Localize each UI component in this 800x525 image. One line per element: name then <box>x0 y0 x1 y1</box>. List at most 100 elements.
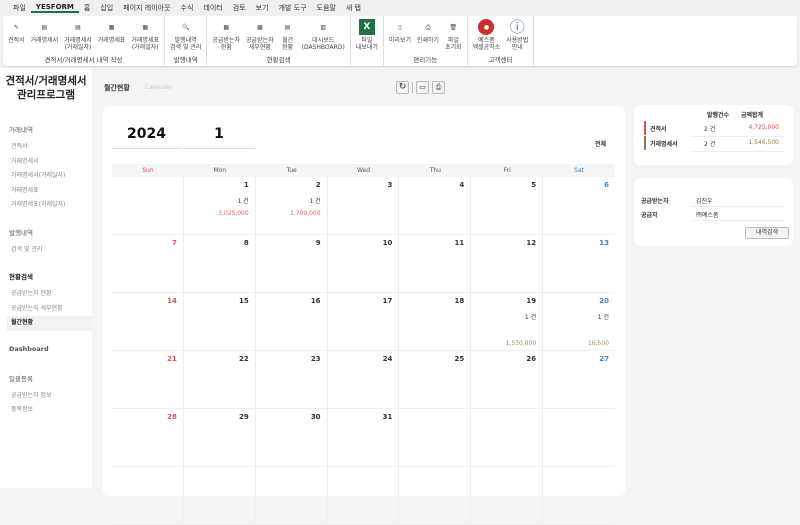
calendar-day-cell[interactable]: 11 <box>399 235 472 293</box>
ribbon-button[interactable]: ● 예스폼 엑셀공작소 <box>470 16 504 56</box>
menu-tab[interactable]: YESFORM <box>30 3 79 13</box>
calendar-day-cell[interactable]: 27 <box>543 351 615 409</box>
calendar-day-cell[interactable] <box>543 467 615 525</box>
calendar-day-cell[interactable]: 23 <box>255 351 328 409</box>
calendar-day-cell[interactable] <box>327 467 400 525</box>
calendar-day-cell[interactable]: 5 <box>471 177 544 235</box>
calendar-day-cell[interactable]: 26 <box>471 351 544 409</box>
menu-tab[interactable]: 페이지 레이아웃 <box>118 3 175 13</box>
calendar-day-cell[interactable]: 7 <box>112 235 184 293</box>
calendar-day-cell[interactable]: 17 <box>327 293 400 351</box>
calendar-day-cell[interactable]: 9 <box>255 235 328 293</box>
menu-tab[interactable]: 개발 도구 <box>274 3 312 13</box>
calendar-day-cell[interactable]: 12 <box>471 235 544 293</box>
calendar-day-cell[interactable]: 19 1 건 1,530,000 <box>471 293 544 351</box>
calendar-day-cell[interactable]: 6 <box>543 177 615 235</box>
sidebar-item[interactable]: 품목정보 <box>0 403 92 418</box>
legend-bar <box>644 121 646 135</box>
calendar-day-cell[interactable] <box>183 467 256 525</box>
year-select[interactable]: 2024 <box>112 126 181 142</box>
sidebar-item[interactable]: 검색 및 관리 <box>0 243 92 258</box>
calendar-day-cell[interactable]: 25 <box>399 351 472 409</box>
sidebar-item[interactable]: 월간현황 <box>7 316 92 331</box>
ribbon-group: X 파일 내보내기 <box>351 16 384 66</box>
sidebar-section[interactable]: 현황검색 <box>0 271 92 281</box>
calendar-day-cell[interactable]: 30 <box>255 409 328 467</box>
calendar-day-cell[interactable]: 31 <box>327 409 400 467</box>
ribbon-button[interactable]: ▯ 미리보기 <box>386 16 414 56</box>
calendar-day-cell[interactable]: 18 <box>399 293 472 351</box>
calendar-day-cell[interactable]: 28 <box>112 409 184 467</box>
sidebar-section[interactable]: Dashboard <box>0 345 92 353</box>
sidebar-item[interactable]: 공급받는자 세부현황 <box>0 302 92 317</box>
history-search-button[interactable]: 내역검색 <box>745 227 789 239</box>
calendar-day-cell[interactable]: 20 1 건 16,500 <box>543 293 615 351</box>
ribbon-button[interactable]: ▤ 거래명세서 <box>28 16 62 56</box>
menu-tab[interactable]: 새 탭 <box>341 3 366 13</box>
screen-button[interactable]: ▭ <box>416 81 429 94</box>
calendar-day-cell[interactable]: 24 <box>327 351 400 409</box>
ribbon-button[interactable]: ▦ 거래명세표 (거래일자) <box>128 16 162 56</box>
ribbon-button[interactable]: ▤ 거래명세서 (거래일자) <box>61 16 95 56</box>
ribbon-button[interactable]: ⎙ 인쇄하기 <box>414 16 442 56</box>
calendar-day-cell[interactable] <box>255 467 328 525</box>
sidebar-item[interactable]: 거래명세표(거래일자) <box>0 198 92 213</box>
menu-tab[interactable]: 검토 <box>228 3 251 13</box>
calendar-day-cell[interactable] <box>471 409 544 467</box>
menu-tab[interactable]: 파일 <box>8 3 31 13</box>
calendar-day-cell[interactable] <box>471 467 544 525</box>
calendar-day-cell[interactable]: 21 <box>112 351 184 409</box>
calendar-grid: 1 1 건 3,025,000 2 1 건 1,700,000 3 4 5 6 7 8 9 10 11 12 1… <box>112 177 615 525</box>
ribbon-button[interactable]: ▦ 공급받는자 현황 <box>209 16 243 56</box>
ribbon-button[interactable]: ▦ 공급받는자 세부현황 <box>243 16 277 56</box>
calendar-day-cell[interactable]: 16 <box>255 293 328 351</box>
sidebar-item[interactable]: 거래명세서 <box>0 155 92 170</box>
calendar-day-cell[interactable]: 4 <box>399 177 472 235</box>
sidebar-item[interactable]: 공급받는자 정보 <box>0 389 92 404</box>
calendar-day-cell[interactable]: 29 <box>183 409 256 467</box>
calendar-day-cell[interactable]: 15 <box>183 293 256 351</box>
ribbon-group-label: 편리기능 <box>413 56 438 64</box>
ribbon-button[interactable]: ▥ 대시보드 (DASHBOARD) <box>299 16 348 56</box>
ribbon-button[interactable]: 🗑 파일 초기화 <box>442 16 465 56</box>
refresh-button[interactable]: ↻ <box>396 81 409 94</box>
calendar-day-cell[interactable] <box>543 409 615 467</box>
calendar-day-cell[interactable]: 22 <box>183 351 256 409</box>
sidebar-item[interactable]: 견적서 <box>0 140 92 155</box>
sidebar-item[interactable]: 거래명세서(거래일자) <box>0 169 92 184</box>
ribbon-button[interactable]: ▤ 월간 현황 <box>277 16 299 56</box>
calendar-day-cell[interactable]: 3 <box>327 177 400 235</box>
calendar-day-cell[interactable]: 14 <box>112 293 184 351</box>
calendar-day-cell[interactable] <box>399 467 472 525</box>
month-select[interactable]: 1 <box>183 126 255 142</box>
ribbon-button[interactable]: X 파일 내보내기 <box>353 16 381 66</box>
ribbon-button[interactable]: ✎ 견적서 <box>5 16 28 56</box>
ribbon-button[interactable]: ▦ 거래명세표 <box>95 16 129 56</box>
menu-tab[interactable]: 수식 <box>176 3 199 13</box>
calendar-day-cell[interactable]: 2 1 건 1,700,000 <box>255 177 328 235</box>
filter-all[interactable]: 전체 <box>595 139 606 148</box>
menu-tab[interactable]: 보기 <box>251 3 274 13</box>
calendar-day-cell[interactable] <box>399 409 472 467</box>
sidebar-item[interactable]: 공급받는자 현황 <box>0 287 92 302</box>
menu-tab[interactable]: 도움말 <box>312 3 341 13</box>
calendar-day-cell[interactable] <box>112 467 184 525</box>
calendar-day-cell[interactable]: 1 1 건 3,025,000 <box>183 177 256 235</box>
menu-tab[interactable]: 홈 <box>79 3 95 13</box>
calendar-day-cell[interactable]: 8 <box>183 235 256 293</box>
print-button[interactable]: ⎙ <box>432 81 445 94</box>
calendar-day-cell[interactable]: 13 <box>543 235 615 293</box>
menu-tab[interactable]: 데이터 <box>198 3 227 13</box>
menu-tab[interactable]: 삽입 <box>95 3 118 13</box>
ribbon-button[interactable]: 🔍 발행내역 검색 및 관리 <box>167 16 204 56</box>
sidebar-section[interactable]: 발행내역 <box>0 227 92 237</box>
sidebar-item[interactable]: 거래명세표 <box>0 184 92 199</box>
day-count: 1 건 <box>309 198 321 205</box>
ribbon-icon: ▯ <box>398 23 402 31</box>
ribbon-button[interactable]: ⓘ 사용방법 안내 <box>503 16 531 56</box>
calendar-day-cell[interactable]: 10 <box>327 235 400 293</box>
sidebar-section[interactable]: 거래내역 <box>0 124 92 134</box>
calendar-day-cell[interactable] <box>112 177 184 235</box>
sidebar-section[interactable]: 일괄등록 <box>0 373 92 383</box>
monitor-icon: ▭ <box>419 83 426 91</box>
